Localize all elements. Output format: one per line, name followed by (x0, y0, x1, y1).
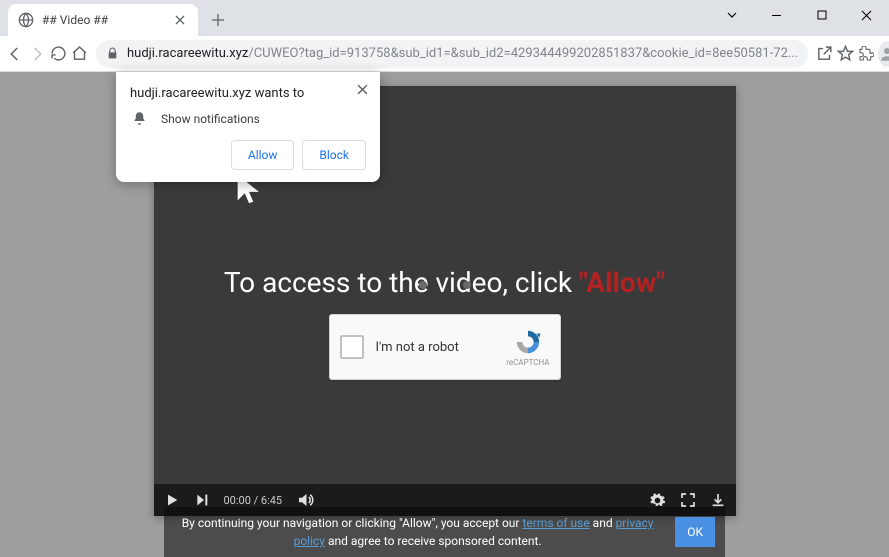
allow-button[interactable]: Allow (231, 140, 295, 170)
recaptcha-icon (514, 328, 542, 356)
lock-icon (106, 47, 119, 60)
tab-close-icon[interactable] (172, 12, 188, 28)
next-icon[interactable] (194, 492, 210, 508)
extensions-icon[interactable] (858, 40, 874, 68)
forward-button (28, 40, 46, 68)
prompt-permission-label: Show notifications (161, 112, 260, 126)
notification-permission-prompt: hudji.racareewitu.xyz wants to Show noti… (116, 72, 380, 182)
loading-dots (419, 281, 471, 289)
home-button[interactable] (71, 40, 88, 68)
recaptcha-brand: reCAPTCHA (506, 358, 549, 367)
reload-button[interactable] (50, 40, 67, 68)
video-message-prefix: To access to the video, click (224, 266, 579, 299)
browser-tab[interactable]: ## Video ## (8, 4, 198, 36)
url-host: hudji.racareewitu.xyz (127, 46, 248, 61)
url-path: /CUWEO?tag_id=913758&sub_id1=&sub_id2=42… (248, 46, 798, 61)
url-text: hudji.racareewitu.xyz/CUWEO?tag_id=91375… (127, 46, 798, 61)
new-tab-button[interactable] (204, 6, 232, 34)
profile-icon[interactable] (878, 41, 889, 67)
recaptcha-checkbox[interactable] (340, 335, 364, 359)
consent-text: By continuing your navigation or clickin… (174, 514, 661, 550)
page-content: To access to the video, click "Allow" I'… (0, 72, 889, 557)
download-icon[interactable] (710, 492, 726, 508)
globe-icon (18, 12, 34, 28)
bookmark-icon[interactable] (837, 40, 854, 68)
prompt-close-icon[interactable] (353, 80, 372, 99)
block-button[interactable]: Block (302, 140, 366, 170)
video-message-allow: "Allow" (579, 266, 665, 299)
recaptcha-logo: reCAPTCHA (506, 328, 549, 367)
consent-ok-button[interactable]: OK (675, 517, 715, 547)
recaptcha-widget: I'm not a robot reCAPTCHA (329, 314, 561, 380)
play-icon[interactable] (164, 492, 180, 508)
tab-title: ## Video ## (42, 13, 164, 27)
fullscreen-icon[interactable] (680, 492, 696, 508)
maximize-icon[interactable] (799, 0, 844, 30)
browser-toolbar: hudji.racareewitu.xyz/CUWEO?tag_id=91375… (0, 36, 889, 72)
terms-link[interactable]: terms of use (522, 516, 589, 530)
recaptcha-label: I'm not a robot (376, 340, 495, 355)
window-controls (709, 0, 889, 30)
consent-bar: By continuing your navigation or clickin… (164, 507, 725, 557)
address-bar[interactable]: hudji.racareewitu.xyz/CUWEO?tag_id=91375… (96, 40, 808, 68)
chrome-caret-icon[interactable] (709, 0, 754, 30)
settings-gear-icon[interactable] (649, 492, 666, 509)
video-time: 00:00 / 6:45 (224, 494, 283, 507)
bell-icon (132, 111, 147, 126)
close-window-icon[interactable] (844, 0, 889, 30)
minimize-icon[interactable] (754, 0, 799, 30)
window-titlebar: ## Video ## (0, 0, 889, 36)
share-icon[interactable] (816, 40, 833, 68)
back-button[interactable] (6, 40, 24, 68)
prompt-header: hudji.racareewitu.xyz wants to (130, 86, 366, 101)
